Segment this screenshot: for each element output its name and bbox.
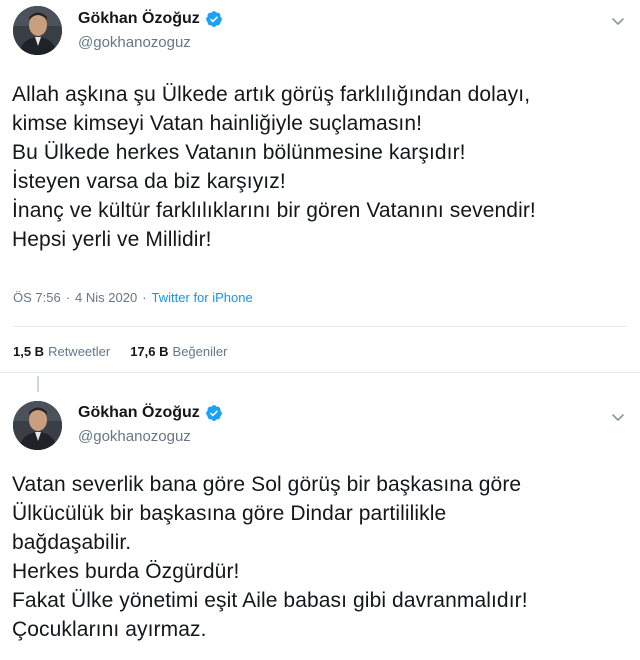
retweets-stat[interactable]: 1,5 B Retweetler	[13, 344, 110, 359]
tweet-1: Gökhan Özoğuz @gokhanozoguz Allah aşkına…	[0, 0, 640, 376]
retweets-count: 1,5 B	[13, 344, 45, 359]
chevron-down-icon[interactable]	[610, 409, 626, 425]
tweet-stats: 1,5 B Retweetler 17,6 B Beğeniler	[13, 344, 227, 359]
author-handle[interactable]: @gokhanozoguz	[78, 34, 191, 51]
thread-connector	[37, 376, 39, 392]
tweet-separator	[0, 372, 640, 373]
tweet-meta: ÖS 7:56 · 4 Nis 2020 · Twitter for iPhon…	[13, 290, 253, 305]
author-handle[interactable]: @gokhanozoguz	[78, 428, 191, 445]
avatar-photo-icon	[13, 6, 62, 55]
avatar-photo-icon	[13, 401, 62, 450]
tweet-time[interactable]: ÖS 7:56	[13, 290, 61, 305]
chevron-down-icon[interactable]	[610, 13, 626, 29]
tweet-text: Vatan severlik bana göre Sol görüş bir b…	[12, 473, 528, 641]
verified-badge-icon	[205, 405, 222, 421]
verified-badge-icon	[205, 11, 222, 27]
tweet-source-link[interactable]: Twitter for iPhone	[152, 290, 253, 305]
author-avatar[interactable]	[13, 401, 62, 450]
author-display-name[interactable]: Gökhan Özoğuz	[78, 404, 200, 422]
likes-label: Beğeniler	[172, 344, 228, 359]
divider	[13, 326, 627, 327]
author-avatar[interactable]	[13, 6, 62, 55]
retweets-label: Retweetler	[48, 344, 111, 359]
likes-stat[interactable]: 17,6 B Beğeniler	[130, 344, 227, 359]
likes-count: 17,6 B	[130, 344, 169, 359]
author-display-name[interactable]: Gökhan Özoğuz	[78, 10, 200, 28]
tweet-2: Gökhan Özoğuz @gokhanozoguz Vatan severl…	[0, 376, 640, 660]
tweet-date[interactable]: 4 Nis 2020	[75, 290, 137, 305]
meta-separator: ·	[65, 290, 71, 305]
meta-separator: ·	[142, 290, 147, 305]
tweet-text: Allah aşkına şu Ülkede artık görüş farkl…	[12, 83, 536, 251]
